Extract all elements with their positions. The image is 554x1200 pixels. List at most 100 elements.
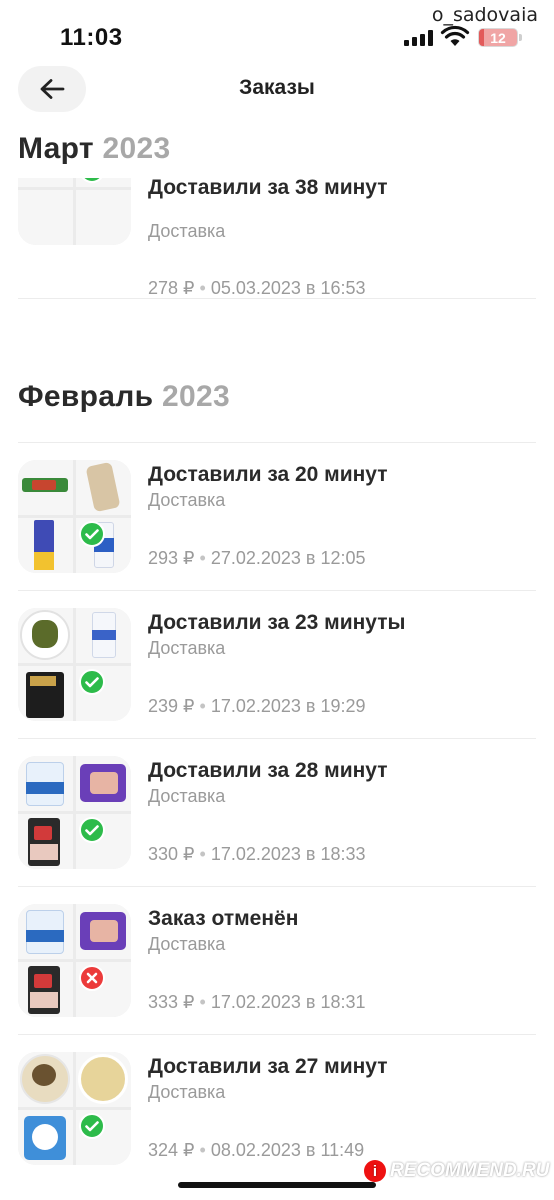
- site-watermark: i RECOMMEND.RU: [364, 1158, 549, 1184]
- order-type: Доставка: [148, 490, 226, 510]
- month-name: Февраль: [18, 380, 154, 413]
- check-icon: [79, 817, 105, 843]
- salad-topping-icon: [32, 1064, 56, 1086]
- product-cell: [76, 608, 131, 663]
- product-cell: [76, 904, 131, 959]
- separator-dot: •: [199, 548, 206, 568]
- ham-pack-window: [30, 992, 58, 1008]
- order-item[interactable]: Доставили за 23 минуты Доставка 239 ₽ • 17…: [0, 590, 554, 738]
- product-cell: [76, 1052, 131, 1107]
- product-cell: [76, 460, 131, 515]
- product-cell: [18, 814, 73, 869]
- paper-towel-roll: [32, 1124, 58, 1150]
- separator-dot: •: [199, 992, 206, 1012]
- ham-pack-label: [34, 826, 52, 840]
- watermark-text: RECOMMEND.RU: [390, 1160, 550, 1181]
- order-title: Доставили за 20 минут: [148, 463, 388, 486]
- milk-carton-stripe: [34, 552, 54, 570]
- product-cell: [18, 460, 73, 515]
- yogurt-label: [92, 630, 116, 640]
- page-title: Заказы: [239, 76, 315, 99]
- order-price: 293 ₽: [148, 548, 195, 568]
- chocolate-bar-label: [32, 480, 56, 490]
- product-cell: [18, 1110, 73, 1165]
- month-heading-march-overlay: Март 2023: [18, 132, 170, 166]
- order-thumbnail: [18, 608, 131, 721]
- order-price: 239 ₽: [148, 696, 195, 716]
- product-cell: [18, 962, 73, 1017]
- kefir-label: [26, 930, 64, 942]
- month-year: 2023: [102, 132, 171, 165]
- ice-cream-icon: [85, 461, 121, 513]
- order-meta: 330 ₽ • 17.02.2023 в 18:33: [148, 844, 366, 865]
- cross-icon: [79, 965, 105, 991]
- order-title: Доставили за 23 минуты: [148, 611, 406, 634]
- product-cell: [18, 518, 73, 573]
- battery-percent: 12: [490, 29, 506, 46]
- order-date: 17.02.2023 в 19:29: [210, 696, 366, 716]
- cellular-signal-icon: [404, 30, 434, 46]
- order-title: Доставили за 27 минут: [148, 1055, 388, 1078]
- product-cell: [18, 756, 73, 811]
- status-time: 11:03: [60, 24, 123, 51]
- order-type: Доставка: [148, 934, 226, 954]
- month-name: Март: [18, 132, 94, 165]
- meat-pack-window: [90, 772, 118, 794]
- kefir-label: [26, 782, 64, 794]
- watermark-badge: i: [364, 1160, 386, 1182]
- order-meta: 239 ₽ • 17.02.2023 в 19:29: [148, 696, 366, 717]
- order-date: 17.02.2023 в 18:33: [210, 844, 366, 864]
- check-icon: [79, 521, 105, 547]
- order-title: Доставили за 38 минут: [148, 176, 388, 199]
- order-item[interactable]: Доставили за 28 минут Доставка 330 ₽ • 17.…: [0, 738, 554, 886]
- product-cell: [18, 904, 73, 959]
- order-title: Доставили за 28 минут: [148, 759, 388, 782]
- home-indicator[interactable]: [178, 1182, 376, 1188]
- product-cell: [18, 1052, 73, 1107]
- ham-pack-label: [34, 974, 52, 988]
- battery-icon: 12: [478, 28, 518, 47]
- order-date: 05.03.2023 в 16:53: [210, 278, 366, 298]
- order-date: 27.02.2023 в 12:05: [210, 548, 366, 568]
- meat-pack-window: [90, 920, 118, 942]
- order-item[interactable]: Заказ отменён Доставка 333 ₽ • 17.02.2023 …: [0, 886, 554, 1034]
- order-price: 278 ₽: [148, 278, 195, 298]
- order-item[interactable]: Доставили за 20 минут Доставка 293 ₽ • 27.…: [0, 442, 554, 590]
- wifi-icon: [440, 25, 470, 47]
- battery-tip: [519, 34, 522, 41]
- cat-food-label: [30, 676, 56, 686]
- check-icon: [79, 669, 105, 695]
- order-date: 17.02.2023 в 18:31: [210, 992, 366, 1012]
- order-thumbnail: [18, 904, 131, 1017]
- order-thumbnail: [18, 1052, 131, 1165]
- order-price: 330 ₽: [148, 844, 195, 864]
- month-year: 2023: [161, 380, 230, 413]
- orders-list[interactable]: Март 2023 Доставили за 38 минут Доставка…: [0, 114, 554, 1200]
- order-meta: 293 ₽ • 27.02.2023 в 12:05: [148, 548, 366, 569]
- order-thumbnail: [18, 460, 131, 573]
- divider: [18, 298, 536, 299]
- product-cell: [18, 190, 73, 245]
- status-bar: o_sadovaia 11:03 12: [0, 0, 554, 62]
- order-meta: 278 ₽ • 05.03.2023 в 16:53: [148, 278, 366, 299]
- order-title: Заказ отменён: [148, 907, 299, 930]
- month-heading-february: Февраль 2023: [18, 380, 230, 414]
- order-price: 333 ₽: [148, 992, 195, 1012]
- order-meta: 333 ₽ • 17.02.2023 в 18:31: [148, 992, 366, 1013]
- order-type: Доставка: [148, 1082, 226, 1102]
- product-cell: [76, 190, 131, 245]
- pickles-icon: [32, 620, 58, 648]
- product-cell: [18, 608, 73, 663]
- order-price: 324 ₽: [148, 1140, 195, 1160]
- watermark-username: o_sadovaia: [431, 4, 538, 26]
- ham-pack-window: [30, 844, 58, 860]
- product-cell: [18, 666, 73, 721]
- order-thumbnail: [18, 756, 131, 869]
- order-date: 08.02.2023 в 11:49: [210, 1140, 365, 1160]
- check-icon: [79, 1113, 105, 1139]
- separator-dot: •: [199, 844, 206, 864]
- header: Заказы: [0, 64, 554, 114]
- separator-dot: •: [199, 278, 206, 298]
- product-cell: [76, 756, 131, 811]
- separator-dot: •: [199, 696, 206, 716]
